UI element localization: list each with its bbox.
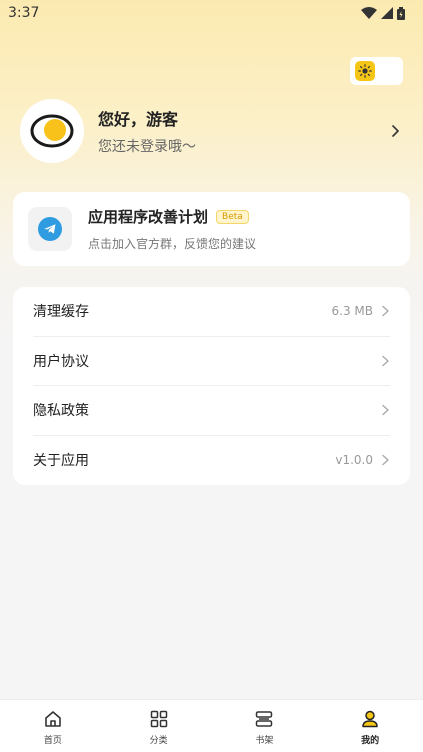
avatar-egg-icon <box>30 114 74 148</box>
status-icons <box>361 6 405 20</box>
status-time: 3:37 <box>8 5 40 21</box>
avatar <box>20 99 84 163</box>
settings-item-label: 关于应用 <box>33 453 89 470</box>
battery-icon <box>397 6 405 20</box>
theme-toggle[interactable] <box>350 57 403 85</box>
status-bar: 3:37 <box>0 0 423 26</box>
improvement-plan-subtitle: 点击加入官方群，反馈您的建议 <box>88 237 257 251</box>
settings-item-label: 隐私政策 <box>33 403 89 420</box>
chevron-right-icon <box>392 125 399 137</box>
nav-label: 分类 <box>149 735 168 746</box>
improvement-plan-card[interactable]: 应用程序改善计划 Beta 点击加入官方群，反馈您的建议 <box>13 192 410 266</box>
bottom-nav: 首页 分类 书架 我的 <box>0 699 423 752</box>
wifi-icon <box>361 7 377 19</box>
improvement-plan-text: 应用程序改善计划 Beta 点击加入官方群，反馈您的建议 <box>88 206 256 252</box>
nav-label: 书架 <box>255 735 274 746</box>
category-icon <box>150 710 167 727</box>
greeting-text: 您好，游客 <box>98 110 179 129</box>
cache-size-value: 6.3 MB <box>331 304 373 319</box>
settings-item-label: 用户协议 <box>33 353 89 370</box>
chevron-right-icon <box>382 306 389 317</box>
profile-text: 您好，游客 您还未登录哦～ <box>98 106 389 156</box>
chevron-right-icon <box>382 455 389 466</box>
nav-label: 我的 <box>361 735 380 746</box>
bookshelf-icon <box>256 710 273 727</box>
beta-badge: Beta <box>216 209 249 224</box>
settings-item-clear-cache[interactable]: 清理缓存 6.3 MB <box>33 287 390 337</box>
app-version-value: v1.0.0 <box>335 453 373 468</box>
improvement-plan-title: 应用程序改善计划 <box>88 208 209 226</box>
login-hint: 您还未登录哦～ <box>98 139 196 155</box>
settings-list: 清理缓存 6.3 MB 用户协议 隐私政策 关于应用 v1.0.0 <box>13 287 410 485</box>
nav-item-bookshelf[interactable]: 书架 <box>212 700 318 752</box>
nav-item-profile[interactable]: 我的 <box>317 700 423 752</box>
chevron-right-icon <box>382 405 389 416</box>
profile-header[interactable]: 您好，游客 您还未登录哦～ <box>20 98 403 164</box>
chevron-right-icon <box>382 355 389 366</box>
telegram-icon <box>28 207 72 251</box>
signal-icon <box>381 7 393 19</box>
nav-item-home[interactable]: 首页 <box>0 700 106 752</box>
profile-icon <box>362 710 378 727</box>
nav-item-category[interactable]: 分类 <box>106 700 212 752</box>
sun-icon <box>355 61 375 81</box>
settings-item-about[interactable]: 关于应用 v1.0.0 <box>33 436 390 486</box>
nav-label: 首页 <box>43 735 62 746</box>
settings-item-user-agreement[interactable]: 用户协议 <box>33 337 390 386</box>
settings-item-privacy-policy[interactable]: 隐私政策 <box>33 386 390 436</box>
settings-item-label: 清理缓存 <box>33 304 89 321</box>
home-icon <box>45 710 61 727</box>
